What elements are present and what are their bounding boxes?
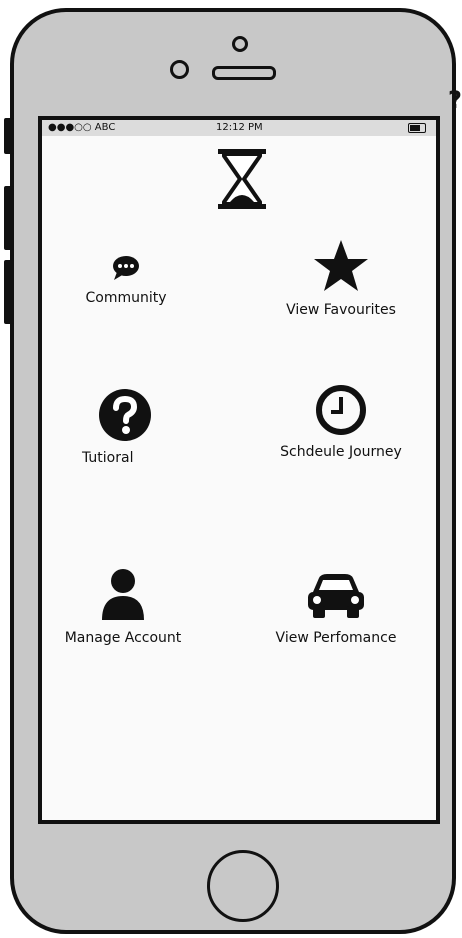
status-bar: ●●●○○ ABC 12:12 PM [42, 120, 436, 136]
hourglass-icon [218, 149, 266, 209]
carrier-label: ●●●○○ ABC [48, 122, 116, 133]
frame-mark: ? [448, 86, 462, 114]
status-time: 12:12 PM [216, 122, 263, 133]
star-icon [314, 240, 368, 291]
chat-bubble-icon [113, 256, 139, 280]
front-camera [232, 36, 248, 52]
volume-down-button [4, 260, 14, 324]
volume-up-button [4, 186, 14, 250]
question-icon [99, 389, 151, 441]
home-button[interactable] [207, 850, 279, 922]
mute-switch [4, 118, 14, 154]
battery-icon [408, 123, 426, 133]
tutorial-label: Tutioral [82, 450, 134, 466]
clock-icon [316, 385, 366, 435]
earpiece-speaker [212, 66, 276, 80]
favourites-label: View Favourites [286, 302, 396, 318]
app-screen: ●●●○○ ABC 12:12 PM Community View Favour… [38, 116, 440, 824]
car-icon [308, 574, 364, 618]
performance-label: View Perfomance [275, 630, 397, 646]
schedule-label: Schdeule Journey [280, 444, 402, 460]
view-performance-button[interactable]: View Perfomance [268, 572, 404, 646]
sensor [170, 60, 189, 79]
tutorial-button[interactable]: Tutioral [82, 388, 162, 466]
user-icon [102, 569, 144, 620]
community-label: Community [85, 290, 167, 306]
manage-account-button[interactable]: Manage Account [58, 568, 188, 646]
schedule-journey-button[interactable]: Schdeule Journey [268, 384, 414, 460]
view-favourites-button[interactable]: View Favourites [272, 238, 410, 318]
account-label: Manage Account [64, 630, 182, 646]
community-button[interactable]: Community [76, 254, 176, 306]
